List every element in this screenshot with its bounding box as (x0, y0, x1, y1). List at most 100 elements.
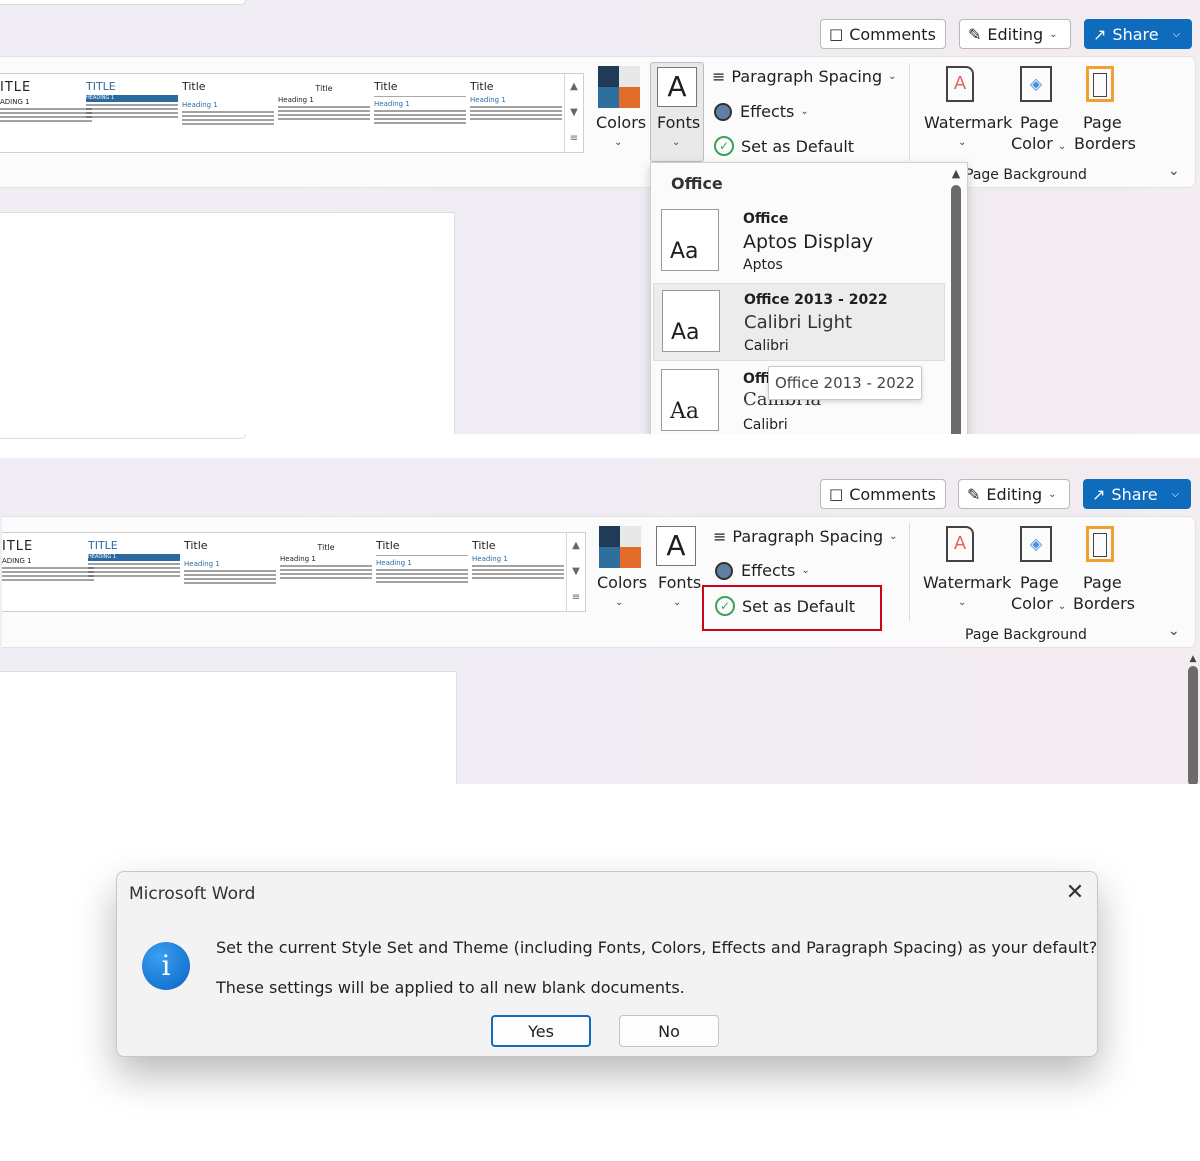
share-button[interactable]: ↗ Share ⌵ (1084, 19, 1192, 49)
page-color-button[interactable]: Color ⌄ (1011, 594, 1066, 613)
scroll-down-icon[interactable]: ▼ (565, 100, 583, 126)
ribbon-expand-icon[interactable]: ⌄ (1168, 623, 1180, 639)
style-thumb[interactable]: Title Heading 1 (278, 80, 370, 146)
font-scheme-item-selected[interactable]: Aa Office 2013 - 2022 Calibri Light Cali… (653, 283, 945, 361)
gallery-scroll[interactable]: ▲ ▼ ≡ (564, 74, 583, 152)
chevron-down-icon: ⌄ (888, 71, 897, 82)
style-set-gallery[interactable]: ITLE ADING 1 TITLE HEADING 1 Title Headi… (0, 73, 584, 153)
thumb-heading: Heading 1 (472, 555, 508, 563)
document-page (0, 671, 457, 784)
scroll-up-icon[interactable]: ▲ (567, 533, 585, 559)
chevron-down-icon: ⌵ (1172, 28, 1181, 40)
comment-icon: □ (829, 25, 844, 43)
editing-button[interactable]: ✎ Editing ⌄ (958, 479, 1070, 509)
scroll-up-icon[interactable]: ▲ (947, 163, 965, 185)
style-thumb[interactable]: Title Heading 1 (280, 539, 372, 605)
style-thumb[interactable]: Title Heading 1 (470, 80, 562, 146)
share-label: Share (1111, 484, 1158, 504)
body-font-name: Calibri (743, 417, 788, 433)
pencil-icon: ✎ (968, 24, 982, 44)
scrollbar-thumb[interactable] (951, 185, 961, 434)
dropdown-scrollbar[interactable]: ▲ (947, 163, 965, 434)
page-scrollbar[interactable]: ▲ (1186, 654, 1200, 784)
gallery-scroll[interactable]: ▲ ▼ ≡ (566, 533, 585, 611)
thumb-title: Title (472, 539, 496, 552)
thumb-heading: ADING 1 (2, 557, 32, 565)
chevron-down-icon: ⌄ (801, 565, 810, 576)
style-thumb[interactable]: ITLE ADING 1 (2, 539, 94, 605)
scroll-up-icon[interactable]: ▲ (565, 74, 583, 100)
page-color-button[interactable]: Color ⌄ (1011, 134, 1066, 153)
page-borders-line1: Page (1083, 113, 1122, 132)
comments-button[interactable]: □ Comments (820, 479, 946, 509)
chevron-down-icon: ⌄ (1057, 141, 1067, 152)
scrollbar-thumb[interactable] (1188, 666, 1198, 784)
thumb-title: Title (376, 539, 400, 552)
set-as-default-label: Set as Default (741, 136, 855, 156)
thumb-title: ITLE (2, 539, 34, 554)
font-preview-glyph: Aa (670, 399, 700, 424)
font-preview-glyph: Aa (670, 239, 699, 264)
effects-icon (714, 102, 732, 121)
thumb-title: Title (315, 84, 333, 93)
yes-button[interactable]: Yes (491, 1015, 591, 1047)
font-scheme-item[interactable]: Aa Office Aptos Display Aptos (653, 203, 945, 281)
paragraph-spacing-button[interactable]: ≡ Paragraph Spacing ⌄ (713, 527, 898, 546)
chevron-down-icon: ⌄ (673, 597, 682, 608)
page-borders-button[interactable]: Borders (1074, 134, 1136, 153)
no-button[interactable]: No (619, 1015, 719, 1047)
style-thumb[interactable]: Title Heading 1 (182, 80, 274, 146)
paragraph-spacing-icon: ≡ (713, 527, 727, 546)
dialog-message: Set the current Style Set and Theme (inc… (216, 938, 1098, 957)
colors-swatch-icon (599, 526, 641, 568)
page-borders-icon (1086, 66, 1114, 102)
style-set-gallery[interactable]: ITLE ADING 1 TITLE HEADING 1 Title Headi… (2, 532, 586, 612)
chevron-down-icon: ⌄ (958, 137, 967, 148)
page-borders-button[interactable]: Borders (1073, 594, 1135, 613)
font-preview-glyph: Aa (671, 320, 700, 345)
ribbon-expand-icon[interactable]: ⌄ (1168, 163, 1180, 179)
style-thumb[interactable]: Title Heading 1 (472, 539, 564, 605)
style-thumb[interactable]: TITLE HEADING 1 (88, 539, 180, 605)
editing-button[interactable]: ✎ Editing ⌄ (959, 19, 1071, 49)
effects-button[interactable]: Effects ⌄ (714, 102, 809, 121)
gallery-more-icon[interactable]: ≡ (567, 585, 585, 611)
page-color-line1: Page (1020, 573, 1059, 592)
top-left-corner-line (0, 0, 246, 5)
page-borders-line1: Page (1083, 573, 1122, 592)
share-icon: ↗ (1093, 24, 1107, 44)
colors-button[interactable]: Colors (596, 113, 646, 132)
scroll-up-icon[interactable]: ▲ (1186, 654, 1200, 664)
chevron-down-icon: ⌄ (615, 597, 624, 608)
set-as-default-button[interactable]: ✓ Set as Default (714, 136, 854, 156)
chevron-down-icon: ⌄ (800, 106, 809, 117)
fonts-glyph-box[interactable]: A (656, 526, 696, 566)
thumb-title: Title (182, 80, 206, 93)
style-thumb[interactable]: Title Heading 1 (376, 539, 468, 605)
close-icon[interactable]: ✕ (1061, 878, 1089, 908)
chevron-down-icon: ⌄ (672, 137, 681, 148)
gallery-more-icon[interactable]: ≡ (565, 126, 583, 152)
scroll-down-icon[interactable]: ▼ (567, 559, 585, 585)
style-thumb[interactable]: Title Heading 1 (184, 539, 276, 605)
style-thumb[interactable]: ITLE ADING 1 (0, 80, 92, 146)
font-scheme-name: Offi (743, 371, 771, 387)
comments-button[interactable]: □ Comments (820, 19, 946, 49)
page-color-icon: ◈ (1020, 526, 1052, 562)
watermark-icon: A (946, 526, 974, 562)
thumb-heading: ADING 1 (0, 98, 30, 106)
thumb-heading: Heading 1 (470, 96, 506, 104)
ribbon-divider (909, 63, 910, 161)
colors-button[interactable]: Colors (597, 573, 647, 592)
share-button[interactable]: ↗ Share ⌵ (1083, 479, 1191, 509)
page-color-line2: Color (1011, 594, 1053, 613)
fonts-button[interactable]: Fonts (658, 573, 701, 592)
effects-button[interactable]: Effects ⌄ (715, 561, 810, 580)
thumb-title: TITLE (88, 539, 118, 552)
watermark-button[interactable]: Watermark (924, 113, 1012, 132)
dropdown-section-header: Office (671, 174, 723, 193)
paragraph-spacing-button[interactable]: ≡ Paragraph Spacing ⌄ (712, 67, 897, 86)
watermark-button[interactable]: Watermark (923, 573, 1011, 592)
style-thumb[interactable]: Title Heading 1 (374, 80, 466, 146)
style-thumb[interactable]: TITLE HEADING 1 (86, 80, 178, 146)
